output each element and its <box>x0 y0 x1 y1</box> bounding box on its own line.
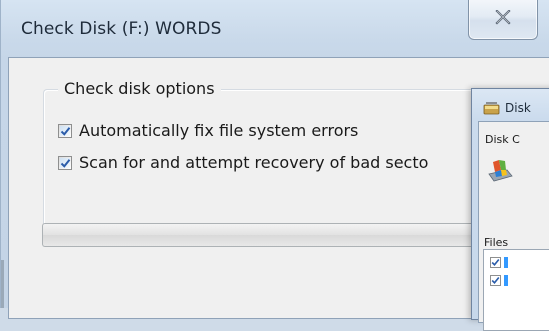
disk-cleanup-dialog[interactable]: Disk Disk C Files <box>471 88 549 331</box>
checkmark-icon <box>60 126 71 136</box>
file-item-selection[interactable] <box>504 275 508 286</box>
file-item-checkbox[interactable] <box>490 275 501 286</box>
window-edge <box>1 260 4 308</box>
close-button[interactable] <box>468 0 538 40</box>
checkmark-icon <box>60 158 71 168</box>
fix-errors-option[interactable]: Automatically fix file system errors <box>58 121 358 140</box>
checkmark-icon <box>491 276 500 284</box>
close-icon <box>495 10 511 25</box>
fix-errors-checkbox[interactable] <box>58 123 72 138</box>
files-label: Files <box>484 236 509 249</box>
secondary-dialog-title: Disk <box>505 101 531 115</box>
file-item-selection[interactable] <box>504 257 508 268</box>
options-group-label: Check disk options <box>58 79 221 98</box>
fix-errors-label: Automatically fix file system errors <box>79 121 359 140</box>
secondary-group-label: Disk C <box>485 133 520 146</box>
disk-drive-icon <box>485 158 515 188</box>
files-list[interactable] <box>483 249 549 331</box>
dialog-client-area: Check disk options Automatically fix fil… <box>8 57 549 319</box>
file-item-checkbox[interactable] <box>490 257 501 268</box>
disk-cleanup-icon <box>483 101 501 120</box>
checkmark-icon <box>491 258 500 266</box>
scan-recover-checkbox[interactable] <box>58 155 72 170</box>
scan-recover-label: Scan for and attempt recovery of bad sec… <box>79 153 429 172</box>
scan-recover-option[interactable]: Scan for and attempt recovery of bad sec… <box>58 153 428 172</box>
secondary-client-area: Disk C Files <box>478 121 549 331</box>
check-disk-dialog: Check Disk (F:) WORDS Check disk options… <box>0 0 549 319</box>
dialog-title: Check Disk (F:) WORDS <box>21 19 222 39</box>
